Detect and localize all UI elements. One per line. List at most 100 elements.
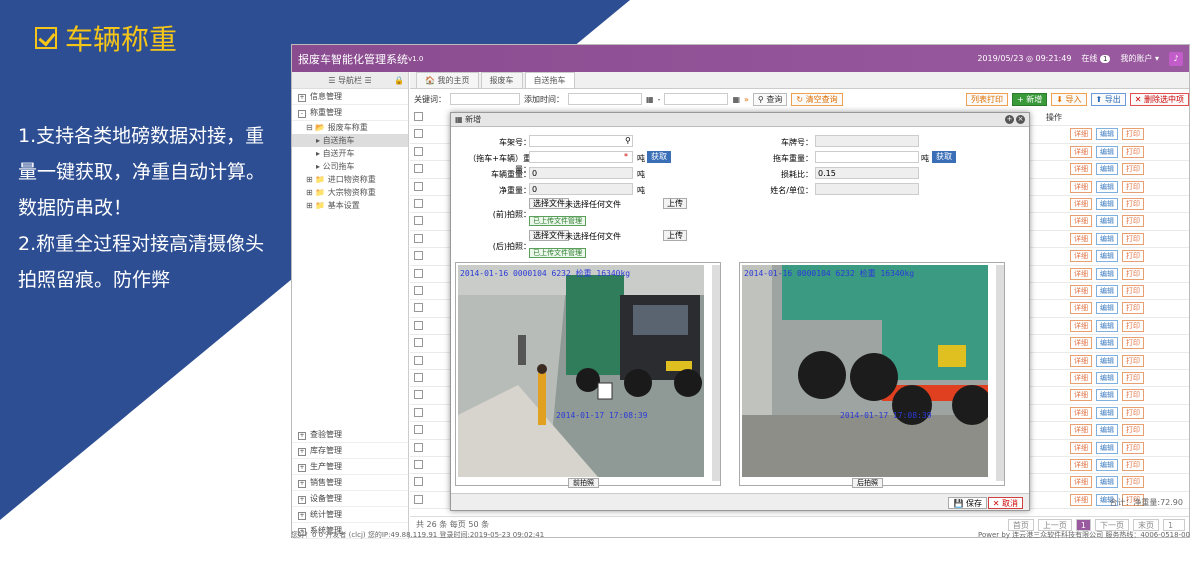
detail-button[interactable]: 详细 — [1070, 389, 1092, 402]
close-icon[interactable]: × — [1016, 115, 1025, 124]
rear-scrollbar[interactable] — [996, 265, 1004, 481]
edit-button[interactable]: 编辑 — [1096, 232, 1118, 245]
sidebar-item-inspect[interactable]: + 查验管理 — [292, 427, 408, 443]
frame-no-input[interactable] — [529, 135, 633, 147]
row-checkbox[interactable] — [414, 233, 423, 243]
row-checkbox[interactable] — [414, 477, 423, 487]
uploaded-rear-manage[interactable]: 已上传文件管理 — [529, 248, 586, 258]
sidebar-item-weigh[interactable]: - 称重管理 — [292, 105, 408, 121]
detail-button[interactable]: 详细 — [1070, 372, 1092, 384]
detail-button[interactable]: 详细 — [1070, 354, 1092, 367]
tab-scrap-car[interactable]: 报废车 — [480, 72, 523, 88]
print-button[interactable]: 打印 — [1122, 215, 1144, 228]
detail-button[interactable]: 详细 — [1070, 459, 1092, 471]
front-scrollbar[interactable] — [712, 265, 720, 481]
detail-button[interactable]: 详细 — [1070, 476, 1092, 489]
upload-rear-button[interactable]: 上传 — [663, 230, 687, 241]
edit-button[interactable]: 编辑 — [1096, 459, 1118, 471]
detail-button[interactable]: 详细 — [1070, 267, 1092, 280]
print-button[interactable]: 打印 — [1122, 163, 1144, 176]
detail-button[interactable]: 详细 — [1070, 145, 1092, 158]
detail-button[interactable]: 详细 — [1070, 337, 1092, 350]
print-button[interactable]: 打印 — [1122, 441, 1144, 454]
print-button[interactable]: 打印 — [1122, 232, 1144, 245]
print-button[interactable]: 打印 — [1122, 319, 1144, 332]
edit-button[interactable]: 编辑 — [1096, 354, 1118, 367]
print-list-button[interactable]: 列表打印 — [966, 92, 1008, 106]
detail-button[interactable]: 详细 — [1070, 302, 1092, 315]
print-button[interactable]: 打印 — [1122, 389, 1144, 402]
print-button[interactable]: 打印 — [1122, 198, 1144, 210]
detail-button[interactable]: 详细 — [1070, 406, 1092, 419]
row-checkbox[interactable] — [414, 494, 423, 504]
row-checkbox[interactable] — [414, 216, 423, 226]
search-icon[interactable]: ⚲ — [625, 136, 631, 145]
edit-button[interactable]: 编辑 — [1096, 285, 1118, 297]
detail-button[interactable]: 详细 — [1070, 180, 1092, 193]
detail-button[interactable]: 详细 — [1070, 215, 1092, 228]
current-page[interactable]: 1 — [1075, 518, 1091, 531]
plate-no-input[interactable] — [815, 135, 919, 147]
print-button[interactable]: 打印 — [1122, 372, 1144, 384]
edit-button[interactable]: 编辑 — [1096, 406, 1118, 419]
print-button[interactable]: 打印 — [1122, 337, 1144, 350]
row-checkbox[interactable] — [414, 112, 423, 121]
row-checkbox[interactable] — [414, 355, 423, 365]
sidebar-item-production[interactable]: + 生产管理 — [292, 459, 408, 475]
tab-home[interactable]: 🏠 我的主页 — [416, 72, 479, 88]
print-button[interactable]: 打印 — [1122, 128, 1144, 141]
get-tow-button[interactable]: 获取 — [932, 151, 956, 163]
print-button[interactable]: 打印 — [1122, 145, 1144, 158]
export-button[interactable]: ⬆ 导出 — [1090, 92, 1126, 106]
tree-group-bulk[interactable]: ⊞ 📁 大宗物资称重 — [292, 186, 408, 199]
delete-selected-button[interactable]: ✕ 删除选中项 — [1129, 92, 1189, 106]
edit-button[interactable]: 编辑 — [1096, 215, 1118, 228]
print-button[interactable]: 打印 — [1122, 302, 1144, 315]
detail-button[interactable]: 详细 — [1070, 232, 1092, 245]
jump-page-input[interactable]: 1 — [1163, 518, 1185, 531]
cancel-button[interactable]: ✕ 取消 — [987, 497, 1023, 509]
edit-button[interactable]: 编辑 — [1096, 389, 1118, 402]
net-weight-input[interactable]: 0 — [529, 183, 633, 195]
tree-item-self-tow[interactable]: ▸ 自送拖车 — [292, 134, 408, 147]
row-checkbox[interactable] — [414, 129, 423, 139]
edit-button[interactable]: 编辑 — [1096, 180, 1118, 193]
tree-item-self-drive[interactable]: ▸ 自送开车 — [292, 147, 408, 160]
tree-item-company-tow[interactable]: ▸ 公司拖车 — [292, 160, 408, 173]
capture-front-button[interactable]: 前拍照 — [568, 478, 599, 488]
row-checkbox[interactable] — [414, 268, 423, 278]
row-checkbox[interactable] — [414, 390, 423, 400]
row-checkbox[interactable] — [414, 460, 423, 469]
tab-self-tow[interactable]: 自送拖车 — [524, 72, 575, 88]
print-button[interactable]: 打印 — [1122, 459, 1144, 471]
uploaded-front-manage[interactable]: 已上传文件管理 — [529, 216, 586, 226]
print-button[interactable]: 打印 — [1122, 267, 1144, 280]
print-button[interactable]: 打印 — [1122, 250, 1144, 263]
detail-button[interactable]: 详细 — [1070, 198, 1092, 210]
sidebar-item-stock[interactable]: + 库存管理 — [292, 443, 408, 459]
row-checkbox[interactable] — [414, 442, 423, 452]
import-button[interactable]: ⬇ 导入 — [1051, 92, 1087, 106]
sidebar-item-stats[interactable]: + 统计管理 — [292, 507, 408, 523]
calendar-icon[interactable]: ▦ — [646, 95, 654, 104]
deduct-ratio-input[interactable]: 0.15 — [815, 167, 919, 179]
tow-weight-input[interactable] — [815, 151, 919, 163]
expand-filter-icon[interactable]: » — [744, 95, 749, 104]
edit-button[interactable]: 编辑 — [1096, 337, 1118, 350]
capture-rear-button[interactable]: 后拍照 — [852, 478, 883, 488]
print-button[interactable]: 打印 — [1122, 424, 1144, 437]
add-button[interactable]: + 新增 — [1012, 92, 1048, 106]
edit-button[interactable]: 编辑 — [1096, 163, 1118, 176]
clear-query-button[interactable]: ↻ 清空查询 — [791, 92, 843, 106]
row-checkbox[interactable] — [414, 425, 423, 435]
row-checkbox[interactable] — [414, 407, 423, 417]
detail-button[interactable]: 详细 — [1070, 163, 1092, 176]
edit-button[interactable]: 编辑 — [1096, 198, 1118, 210]
detail-button[interactable]: 详细 — [1070, 319, 1092, 332]
tree-group-settings[interactable]: ⊞ 📁 基本设置 — [292, 199, 408, 212]
calendar-icon[interactable]: ▦ — [732, 95, 740, 104]
start-date-input[interactable] — [568, 93, 642, 105]
name-input[interactable] — [815, 183, 919, 195]
row-checkbox[interactable] — [414, 286, 423, 295]
edit-button[interactable]: 编辑 — [1096, 424, 1118, 437]
